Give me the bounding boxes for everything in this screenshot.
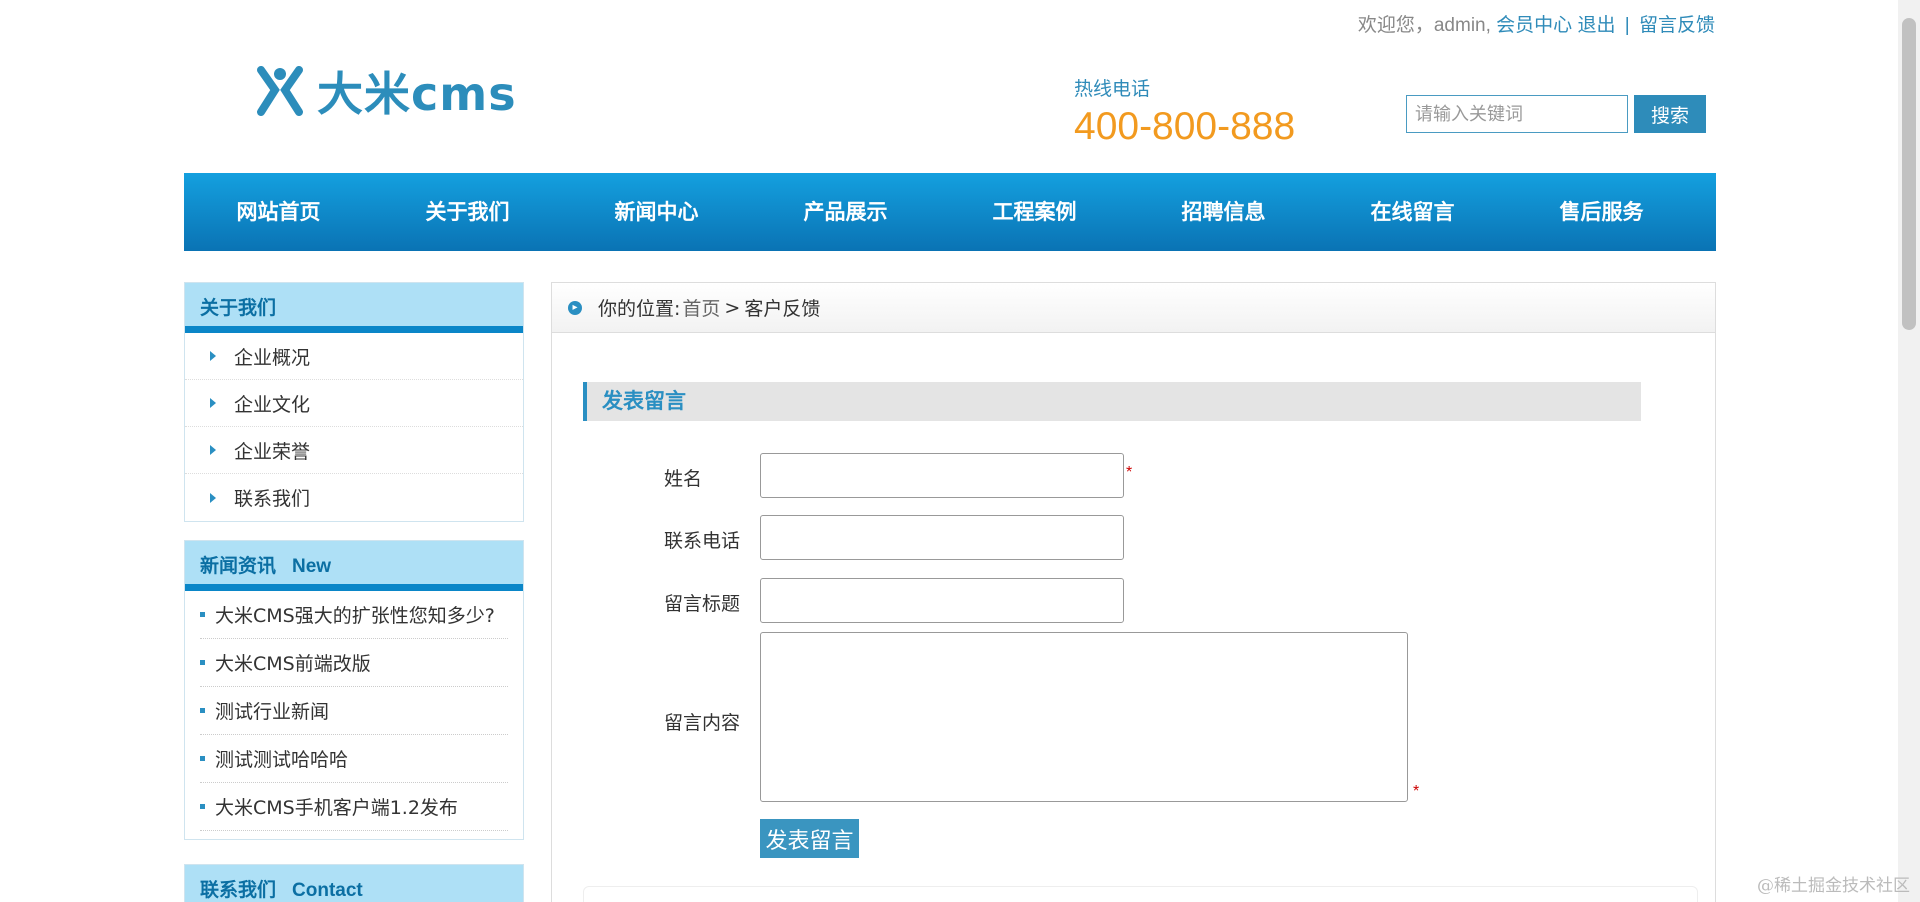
search-bar: 搜索 [1406, 95, 1706, 133]
triangle-icon [210, 351, 216, 361]
content-label: 留言内容 [664, 712, 741, 734]
scrollbar-thumb[interactable] [1902, 18, 1916, 330]
subject-field[interactable] [760, 578, 1124, 623]
contact-title-cn: 联系我们 [200, 879, 277, 901]
topbar-separator: | [1624, 15, 1630, 36]
news-item[interactable]: 测试行业新闻 [200, 687, 508, 735]
sidebar-item-culture[interactable]: 企业文化 [185, 380, 523, 427]
news-item-label: 大米CMS前端改版 [215, 653, 371, 675]
triangle-icon [210, 492, 216, 503]
sidebar-news: 新闻资讯 New 大米CMS强大的扩张性您知多少? 大米CMS前端改版 测试行业新… [184, 540, 524, 840]
sidebar-item-label: 企业文化 [234, 393, 311, 416]
breadcrumb-prefix: 你的位置: [598, 298, 681, 320]
hotline: 热线电话 400-800-888 [1074, 74, 1295, 149]
nav-item-about[interactable]: 关于我们 [373, 173, 562, 251]
news-item-label: 测试行业新闻 [215, 701, 330, 723]
sidebar-about: 关于我们 企业概况 企业文化 企业荣誉 联系我们 [184, 282, 524, 522]
phone-label: 联系电话 [664, 530, 741, 552]
nav-item-news[interactable]: 新闻中心 [562, 173, 751, 251]
bottom-panel [583, 886, 1698, 902]
bullet-icon [200, 612, 205, 617]
arrow-circle-icon: ▸ [568, 300, 582, 315]
bullet-icon [200, 804, 205, 809]
name-label: 姓名 [664, 468, 703, 490]
news-item[interactable]: 测试测试哈哈哈 [200, 735, 508, 783]
sidebar-news-title: 新闻资讯 New [185, 541, 523, 591]
search-input[interactable] [1406, 95, 1628, 133]
phone-field[interactable] [760, 515, 1124, 560]
bullet-icon [200, 708, 205, 713]
sidebar-item-honor[interactable]: 企业荣誉 [185, 427, 523, 474]
news-item-label: 大米CMS强大的扩张性您知多少? [215, 605, 495, 627]
breadcrumb: ▸ 你的位置: 首页 > 客户反馈 [552, 283, 1715, 333]
nav-item-guestbook[interactable]: 在线留言 [1318, 173, 1507, 251]
member-center-link[interactable]: 会员中心 [1496, 15, 1572, 36]
bullet-icon [200, 756, 205, 761]
required-mark: * [1126, 464, 1133, 481]
site-logo[interactable]: 大米cms [255, 58, 517, 124]
hotline-number: 400-800-888 [1074, 105, 1296, 148]
search-button[interactable]: 搜索 [1634, 95, 1706, 133]
triangle-icon [210, 398, 216, 408]
news-title-en: New [292, 556, 332, 577]
guestbook-link[interactable]: 留言反馈 [1639, 15, 1715, 36]
main-nav: 网站首页 关于我们 新闻中心 产品展示 工程案例 招聘信息 在线留言 售后服务 [184, 173, 1716, 251]
sidebar-item-label: 企业荣誉 [234, 440, 311, 463]
sidebar-item-contact[interactable]: 联系我们 [185, 474, 523, 521]
nav-item-cases[interactable]: 工程案例 [940, 173, 1129, 251]
required-mark: * [1413, 783, 1420, 800]
watermark: @稀土掘金技术社区 [1757, 876, 1910, 896]
news-title-cn: 新闻资讯 [200, 555, 277, 577]
nav-item-service[interactable]: 售后服务 [1507, 173, 1696, 251]
sidebar-contact-title: 联系我们 Contact [185, 865, 523, 902]
main-content: ▸ 你的位置: 首页 > 客户反馈 发表留言 姓名 * 联系电话 留言标题 留言… [551, 282, 1716, 902]
bullet-icon [200, 660, 205, 665]
logo-text: 大米cms [317, 67, 517, 121]
logout-link[interactable]: 退出 [1577, 15, 1615, 36]
nav-item-home[interactable]: 网站首页 [184, 173, 373, 251]
sidebar-contact: 联系我们 Contact [184, 864, 524, 902]
nav-item-jobs[interactable]: 招聘信息 [1129, 173, 1318, 251]
sidebar-about-title: 关于我们 [185, 283, 523, 333]
name-field[interactable] [760, 453, 1124, 498]
breadcrumb-home-link[interactable]: 首页 [682, 294, 720, 321]
breadcrumb-arrow: > [724, 296, 741, 319]
submit-button[interactable]: 发表留言 [760, 819, 859, 858]
sidebar-item-label: 联系我们 [234, 488, 311, 510]
hotline-label: 热线电话 [1074, 79, 1151, 100]
breadcrumb-current: 客户反馈 [744, 298, 821, 320]
top-user-bar: 欢迎您，admin, 会员中心 退出 | 留言反馈 [1358, 10, 1715, 37]
content-textarea[interactable] [760, 632, 1408, 802]
page-scrollbar[interactable] [1898, 0, 1920, 902]
triangle-icon [210, 445, 216, 455]
sidebar-item-label: 企业概况 [234, 346, 311, 369]
news-item-label: 大米CMS手机客户端1.2发布 [215, 797, 458, 819]
logo-icon [257, 66, 303, 116]
welcome-text: 欢迎您，admin, [1357, 15, 1491, 36]
subject-label: 留言标题 [664, 593, 741, 615]
news-item-label: 测试测试哈哈哈 [215, 749, 349, 771]
nav-item-products[interactable]: 产品展示 [751, 173, 940, 251]
news-item[interactable]: 大米CMS前端改版 [200, 639, 508, 687]
news-item[interactable]: 大米CMS手机客户端1.2发布 [200, 783, 508, 831]
form-title: 发表留言 [583, 382, 1641, 421]
news-item[interactable]: 大米CMS强大的扩张性您知多少? [200, 591, 508, 639]
sidebar-item-overview[interactable]: 企业概况 [185, 333, 523, 380]
contact-title-en: Contact [292, 880, 363, 901]
